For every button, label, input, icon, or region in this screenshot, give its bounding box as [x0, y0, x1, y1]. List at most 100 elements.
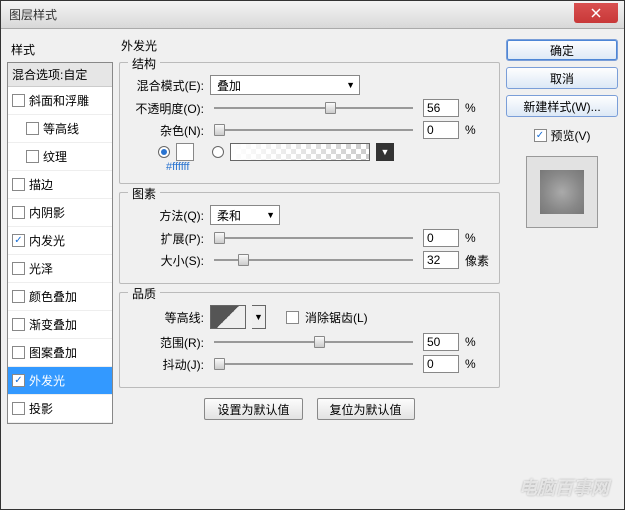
style-item[interactable]: 斜面和浮雕	[8, 87, 112, 115]
opacity-label: 不透明度(O):	[130, 100, 204, 117]
spread-input[interactable]	[423, 229, 459, 247]
noise-unit: %	[465, 123, 489, 137]
contour-label: 等高线:	[130, 309, 204, 326]
panel-title: 外发光	[119, 35, 500, 54]
jitter-label: 抖动(J):	[130, 356, 204, 373]
style-label: 内阴影	[29, 204, 65, 221]
size-slider[interactable]	[214, 259, 413, 261]
style-item[interactable]: 内发光	[8, 227, 112, 255]
technique-dropdown[interactable]: 柔和 ▼	[210, 205, 280, 225]
structure-legend: 结构	[128, 55, 160, 72]
style-label: 内发光	[29, 232, 65, 249]
quality-group: 品质 等高线: ▼ 消除锯齿(L) 范围(R): % 抖动(J):	[119, 292, 500, 388]
style-checkbox[interactable]	[12, 94, 25, 107]
technique-value: 柔和	[217, 207, 241, 224]
make-default-button[interactable]: 设置为默认值	[204, 398, 302, 420]
elements-group: 图素 方法(Q): 柔和 ▼ 扩展(P): % 大小(S):	[119, 192, 500, 284]
chevron-down-icon: ▼	[266, 210, 275, 220]
styles-sidebar: 样式 混合选项:自定 斜面和浮雕等高线纹理描边内阴影内发光光泽颜色叠加渐变叠加图…	[7, 35, 113, 503]
blend-options-item[interactable]: 混合选项:自定	[8, 63, 112, 87]
gradient-dropdown[interactable]: ▼	[376, 143, 394, 161]
noise-input[interactable]	[423, 121, 459, 139]
style-checkbox[interactable]	[26, 150, 39, 163]
style-checkbox[interactable]	[12, 206, 25, 219]
opacity-unit: %	[465, 101, 489, 115]
cancel-button[interactable]: 取消	[506, 67, 618, 89]
style-item[interactable]: 内阴影	[8, 199, 112, 227]
slider-thumb[interactable]	[314, 336, 325, 348]
jitter-unit: %	[465, 357, 489, 371]
style-item[interactable]: 描边	[8, 171, 112, 199]
quality-legend: 品质	[128, 285, 160, 302]
chevron-down-icon: ▼	[346, 80, 355, 90]
size-input[interactable]	[423, 251, 459, 269]
color-swatch[interactable]	[176, 143, 194, 161]
styles-list: 混合选项:自定 斜面和浮雕等高线纹理描边内阴影内发光光泽颜色叠加渐变叠加图案叠加…	[7, 62, 113, 424]
style-checkbox[interactable]	[12, 346, 25, 359]
blend-mode-value: 叠加	[217, 77, 241, 94]
style-label: 图案叠加	[29, 344, 77, 361]
close-icon	[591, 8, 601, 18]
style-item[interactable]: 光泽	[8, 255, 112, 283]
slider-thumb[interactable]	[214, 124, 225, 136]
spread-unit: %	[465, 231, 489, 245]
size-unit: 像素	[465, 252, 489, 269]
slider-thumb[interactable]	[238, 254, 249, 266]
antialias-checkbox[interactable]	[286, 311, 299, 324]
new-style-button[interactable]: 新建样式(W)...	[506, 95, 618, 117]
preview-box	[526, 156, 598, 228]
blend-mode-dropdown[interactable]: 叠加 ▼	[210, 75, 360, 95]
gradient-preview[interactable]	[230, 143, 370, 161]
opacity-input[interactable]	[423, 99, 459, 117]
slider-thumb[interactable]	[214, 358, 225, 370]
blend-mode-label: 混合模式(E):	[130, 77, 204, 94]
style-item[interactable]: 外发光	[8, 367, 112, 395]
technique-label: 方法(Q):	[130, 207, 204, 224]
reset-default-button[interactable]: 复位为默认值	[317, 398, 415, 420]
range-input[interactable]	[423, 333, 459, 351]
style-checkbox[interactable]	[12, 234, 25, 247]
contour-picker[interactable]	[210, 305, 246, 329]
slider-thumb[interactable]	[214, 232, 225, 244]
jitter-slider[interactable]	[214, 363, 413, 365]
layer-style-dialog: 图层样式 样式 混合选项:自定 斜面和浮雕等高线纹理描边内阴影内发光光泽颜色叠加…	[0, 0, 625, 510]
close-button[interactable]	[574, 3, 618, 23]
style-label: 投影	[29, 400, 53, 417]
style-item[interactable]: 渐变叠加	[8, 311, 112, 339]
style-checkbox[interactable]	[12, 290, 25, 303]
window-title: 图层样式	[9, 6, 574, 23]
opacity-slider[interactable]	[214, 107, 413, 109]
style-item[interactable]: 投影	[8, 395, 112, 423]
structure-group: 结构 混合模式(E): 叠加 ▼ 不透明度(O): % 杂色(N):	[119, 62, 500, 184]
antialias-label: 消除锯齿(L)	[305, 309, 368, 326]
style-label: 等高线	[43, 120, 79, 137]
action-column: 确定 取消 新建样式(W)... 预览(V)	[506, 35, 618, 503]
spread-label: 扩展(P):	[130, 230, 204, 247]
range-slider[interactable]	[214, 341, 413, 343]
style-checkbox[interactable]	[12, 318, 25, 331]
style-checkbox[interactable]	[26, 122, 39, 135]
contour-dropdown[interactable]: ▼	[252, 305, 266, 329]
spread-slider[interactable]	[214, 237, 413, 239]
style-item[interactable]: 图案叠加	[8, 339, 112, 367]
style-checkbox[interactable]	[12, 262, 25, 275]
style-label: 渐变叠加	[29, 316, 77, 333]
preview-checkbox[interactable]	[534, 129, 547, 142]
style-label: 光泽	[29, 260, 53, 277]
style-item[interactable]: 颜色叠加	[8, 283, 112, 311]
titlebar: 图层样式	[1, 1, 624, 29]
style-item[interactable]: 等高线	[8, 115, 112, 143]
style-checkbox[interactable]	[12, 374, 25, 387]
gradient-radio[interactable]	[212, 146, 224, 158]
color-radio[interactable]	[158, 146, 170, 158]
range-unit: %	[465, 335, 489, 349]
ok-button[interactable]: 确定	[506, 39, 618, 61]
style-item[interactable]: 纹理	[8, 143, 112, 171]
slider-thumb[interactable]	[325, 102, 336, 114]
noise-slider[interactable]	[214, 129, 413, 131]
preview-label: 预览(V)	[551, 127, 591, 144]
style-label: 描边	[29, 176, 53, 193]
style-checkbox[interactable]	[12, 402, 25, 415]
style-checkbox[interactable]	[12, 178, 25, 191]
jitter-input[interactable]	[423, 355, 459, 373]
